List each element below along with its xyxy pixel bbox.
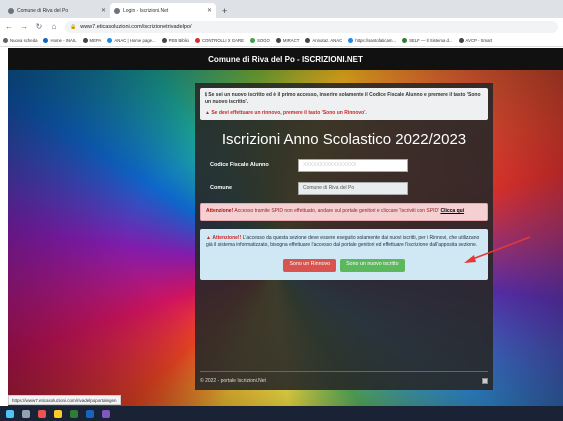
codice-row: Codice Fiscale Alunno XXXXXXXXXXXXXXXX — [200, 157, 488, 173]
info-alert: ℹ Se sei un nuovo iscritto ed è il primo… — [200, 88, 488, 121]
info-icon: ℹ — [205, 92, 207, 98]
clicca-qui-link[interactable]: Clicca qui — [440, 208, 464, 214]
url-text: www7.eticasoluzioni.com/iscrizionetrivad… — [80, 23, 192, 30]
bookmark-item[interactable]: AVCP - Smart — [458, 38, 492, 43]
comune-select[interactable]: Comune di Riva del Po — [298, 181, 408, 195]
back-icon[interactable]: ← — [5, 22, 13, 31]
rinnovo-button[interactable]: Sono un Rinnovo — [283, 258, 337, 272]
codice-label: Codice Fiscale Alunno — [210, 162, 269, 169]
tab-login[interactable]: Login - Iscrizioni.Net ✕ — [110, 3, 216, 18]
notice-text: L'accesso da questa sezione deve essere … — [206, 234, 480, 248]
bookmark-icon — [43, 38, 49, 43]
bookmark-icon — [402, 38, 408, 43]
login-panel: ℹ Se sei un nuovo iscritto ed è il primo… — [195, 83, 493, 390]
bookmark-icon — [249, 38, 255, 43]
bookmark-item[interactable]: MEPA — [82, 38, 101, 43]
bookmark-icon — [161, 38, 167, 43]
bookmarks-bar: Nuova scheda Home - INAIL MEPA ANAC | Ho… — [0, 35, 563, 47]
bookmark-item[interactable]: CONTROLLI X GARE — [194, 38, 244, 43]
bookmark-item[interactable]: SELF — Il Sistema d... — [402, 38, 453, 43]
browser-window: Comune di Riva del Po ✕ Login - Iscrizio… — [0, 0, 563, 421]
red-arrow-annotation — [464, 236, 531, 263]
word-icon[interactable] — [86, 409, 94, 418]
notice-strong: Attenzione!! — [212, 234, 242, 241]
os-taskbar — [0, 406, 563, 421]
bookmark-item[interactable]: Nuova scheda — [3, 38, 37, 43]
spid-alert-text: Accesso tramite SPID non effettuato, and… — [234, 208, 440, 215]
globe-icon — [8, 7, 14, 14]
comune-label: Comune — [210, 185, 232, 192]
bookmark-item[interactable]: Home - INAIL — [43, 38, 77, 43]
tab-label: Login - Iscrizioni.Net — [123, 7, 169, 14]
panel-footer: © 2022 - portale Iscrizioni.Net — [200, 371, 488, 384]
site-header: Comune di Riva del Po - ISCRIZIONI.NET — [8, 48, 563, 70]
reload-icon[interactable]: ↻ — [35, 22, 43, 31]
new-tab-button[interactable]: + — [216, 6, 233, 18]
bookmark-item[interactable]: PEB Biblio — [161, 38, 189, 43]
bookmark-icon — [107, 38, 113, 43]
nuovo-iscritto-button[interactable]: Sono un nuovo iscritto — [340, 258, 405, 272]
tab-comune[interactable]: Comune di Riva del Po ✕ — [4, 3, 110, 18]
bookmark-item[interactable]: MIRACT — [275, 38, 299, 43]
comune-row: Comune Comune di Riva del Po — [200, 180, 488, 196]
web-page: Comune di Riva del Po - ISCRIZIONI.NET ℹ… — [8, 48, 563, 406]
lock-icon: 🔒 — [70, 23, 77, 30]
tab-label: Comune di Riva del Po — [17, 7, 69, 14]
broken-image-icon — [482, 378, 488, 384]
close-icon[interactable]: ✕ — [207, 7, 212, 14]
codice-fiscale-input[interactable]: XXXXXXXXXXXXXXXX — [298, 158, 408, 172]
forward-icon[interactable]: → — [20, 22, 28, 31]
home-icon[interactable]: ⌂ — [50, 22, 58, 31]
explorer-icon[interactable] — [54, 409, 62, 418]
info-text-renew: Se devi effettuare un rinnovo, premere i… — [211, 109, 367, 116]
excel-icon[interactable] — [70, 409, 78, 418]
chrome-icon[interactable] — [38, 409, 46, 418]
notice-alert: ▲ Attenzione!! L'accesso da questa sezio… — [200, 228, 488, 280]
tab-strip: Comune di Riva del Po ✕ Login - Iscrizio… — [0, 0, 563, 18]
address-row: ← → ↻ ⌂ 🔒 www7.eticasoluzioni.com/iscriz… — [0, 18, 563, 35]
address-bar[interactable]: 🔒 www7.eticasoluzioni.com/iscrizionetriv… — [65, 20, 558, 33]
info-text-new: Se sei un nuovo iscritto ed è il primo a… — [205, 92, 481, 105]
action-buttons: Sono un Rinnovo Sono un nuovo iscritto — [206, 258, 482, 272]
bookmark-icon — [82, 38, 88, 43]
spid-alert-strong: Attenzione! — [206, 208, 234, 215]
warning-icon: ▲ — [206, 234, 211, 241]
bookmark-item[interactable]: ANAC | Home page... — [107, 38, 156, 43]
bookmark-icon — [194, 38, 200, 43]
bookmark-icon — [305, 38, 311, 43]
bookmark-item[interactable]: https://santofaticam... — [348, 38, 396, 43]
footer-text: © 2022 - portale Iscrizioni.Net — [200, 378, 266, 384]
spid-alert: Attenzione! Accesso tramite SPID non eff… — [200, 203, 488, 221]
close-icon[interactable]: ✕ — [101, 7, 106, 14]
warning-icon: ▲ — [205, 109, 210, 116]
status-bar: https://www7.eticasoluzioni.com/rivadelp… — [8, 395, 121, 405]
bookmark-icon — [3, 38, 8, 43]
search-icon[interactable] — [22, 409, 30, 418]
bookmark-item[interactable]: Annotaz. ANAC — [305, 38, 342, 43]
page-title: Iscrizioni Anno Scolastico 2022/2023 — [221, 131, 467, 149]
bookmark-icon — [458, 38, 464, 43]
bookmark-icon — [348, 38, 354, 43]
bookmark-icon — [275, 38, 281, 43]
windows-start-icon[interactable] — [6, 409, 14, 418]
bookmark-item[interactable]: SOGO — [249, 38, 270, 43]
app-icon[interactable] — [102, 409, 110, 418]
globe-icon — [114, 7, 120, 14]
